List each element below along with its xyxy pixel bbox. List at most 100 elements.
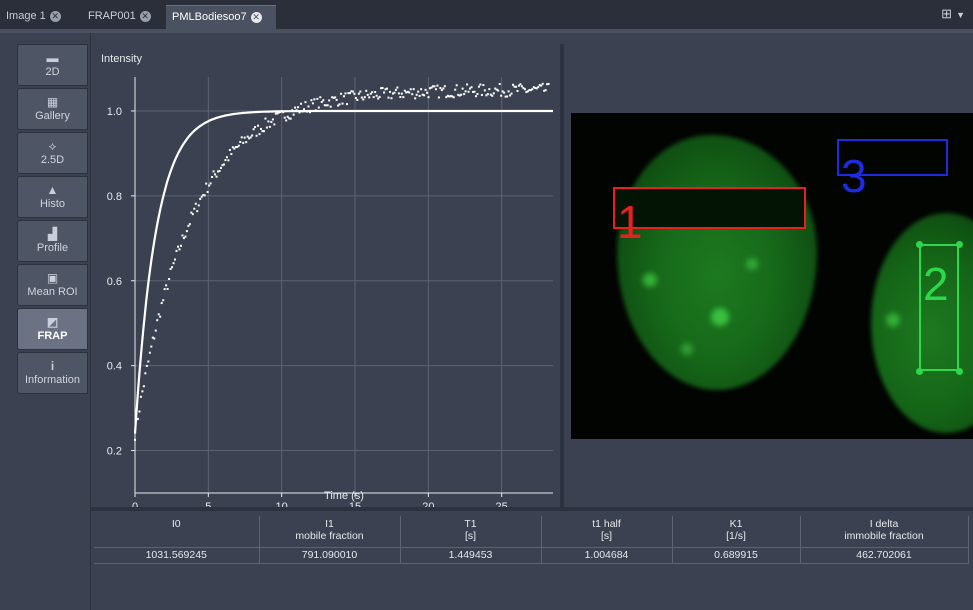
view-button-2-5d[interactable]: ⟡ 2.5D [17, 132, 88, 174]
data-point [388, 90, 391, 93]
data-point [498, 83, 501, 86]
data-point [224, 159, 227, 162]
view-button-frap[interactable]: ◩ FRAP [17, 308, 88, 350]
frap-recovery-chart[interactable]: 0 5 10 15 20 250.20.40.60.81.0 Intensity Time… [91, 33, 560, 507]
data-point [443, 85, 446, 88]
data-point [285, 119, 288, 122]
data-point [225, 156, 228, 159]
data-point [134, 438, 136, 441]
view-button-gallery[interactable]: ▦ Gallery [17, 88, 88, 130]
data-point [147, 360, 150, 363]
data-point [171, 266, 174, 269]
frap-results-table: I0 I1 mobile fraction T1 [s] t1 half [s] K1… [94, 516, 969, 564]
data-point [455, 84, 458, 87]
column-header-t1-half[interactable]: t1 half [s] [541, 516, 673, 547]
data-point [512, 83, 515, 86]
data-point [271, 118, 274, 121]
column-header-k1[interactable]: K1 [1/s] [672, 516, 801, 547]
column-subtitle: [s] [464, 530, 477, 542]
data-point [483, 89, 486, 92]
data-point [461, 87, 464, 90]
data-point [222, 163, 225, 166]
data-point [212, 170, 215, 173]
data-point [141, 390, 144, 393]
data-point [540, 84, 543, 87]
column-name: I0 [171, 518, 181, 530]
view-button-histo[interactable]: ▲ Histo [17, 176, 88, 218]
table-cell: 1031.569245 [94, 546, 260, 564]
data-point [397, 92, 400, 95]
data-point [320, 101, 323, 104]
column-name: I1 [325, 518, 334, 530]
data-point [433, 85, 436, 88]
data-point [491, 94, 494, 97]
data-point [179, 244, 182, 247]
roi-2-handle[interactable] [916, 241, 923, 248]
data-point [316, 97, 319, 100]
roi-2-handle[interactable] [956, 241, 963, 248]
microscopy-image[interactable]: 1 3 2 [571, 113, 973, 439]
data-point [142, 385, 145, 388]
column-name: T1 [464, 518, 477, 530]
close-icon[interactable]: ✕ [250, 11, 262, 23]
data-point [157, 313, 160, 316]
column-header-i1[interactable]: I1 mobile fraction [259, 516, 401, 547]
data-point [237, 144, 240, 147]
data-point [219, 166, 222, 169]
data-point [181, 234, 184, 237]
view-button-profile[interactable]: ▟ Profile [17, 220, 88, 262]
data-point [409, 88, 412, 91]
data-point [343, 95, 346, 98]
view-button-label: Profile [36, 242, 69, 254]
data-point [311, 102, 314, 105]
view-button-label: Histo [39, 198, 66, 210]
data-point [420, 88, 423, 91]
data-point [335, 98, 338, 101]
roi-2-handle[interactable] [916, 368, 923, 375]
roi-2-label: 2 [923, 258, 949, 310]
bright-spot [886, 313, 900, 327]
roi-2-handle[interactable] [956, 368, 963, 375]
column-header-i-delta[interactable]: I delta immobile fraction [800, 516, 969, 547]
close-icon[interactable]: ✕ [49, 10, 61, 22]
data-point [371, 91, 374, 94]
column-header-t1[interactable]: T1 [s] [400, 516, 542, 547]
data-point [353, 92, 356, 95]
data-point [476, 93, 479, 96]
data-point [162, 299, 165, 302]
close-icon[interactable]: ✕ [139, 10, 151, 22]
table-row[interactable]: 1031.569245 791.090010 1.449453 1.004684… [94, 546, 969, 564]
data-point [434, 88, 437, 91]
tab-frap001[interactable]: FRAP001 ✕ [82, 5, 164, 29]
view-button-mean-roi[interactable]: ▣ Mean ROI [17, 264, 88, 306]
data-point [351, 90, 354, 93]
data-point [243, 136, 246, 139]
data-point [408, 91, 411, 94]
column-subtitle: immobile fraction [844, 530, 924, 542]
data-point [415, 93, 418, 96]
tab-image-1[interactable]: Image 1 ✕ [0, 5, 80, 29]
tab-pmlbodiesoo7[interactable]: PMLBodiesoo7 ✕ [166, 5, 276, 29]
column-header-i0[interactable]: I0 [94, 516, 260, 547]
view-button-2d[interactable]: ▬ 2D [17, 44, 88, 86]
data-point [283, 116, 286, 119]
view-button-information[interactable]: i Information [17, 352, 88, 394]
layout-menu-button[interactable]: ⊞ ▼ [941, 6, 965, 22]
data-point [365, 89, 368, 92]
image-panel: 1 3 2 [564, 33, 973, 507]
data-point [399, 96, 402, 99]
data-point [322, 99, 325, 102]
data-point [209, 182, 212, 185]
tick-label-y: 1.0 [107, 106, 122, 118]
data-point [470, 86, 473, 89]
data-point [341, 102, 344, 105]
data-point [264, 117, 267, 120]
data-point [273, 123, 276, 126]
data-point [387, 96, 390, 99]
data-point [246, 135, 249, 138]
data-point [255, 134, 258, 137]
data-point [541, 82, 544, 85]
data-point [357, 92, 360, 95]
x-axis-label: Time (s) [324, 490, 364, 502]
data-point [452, 96, 455, 99]
